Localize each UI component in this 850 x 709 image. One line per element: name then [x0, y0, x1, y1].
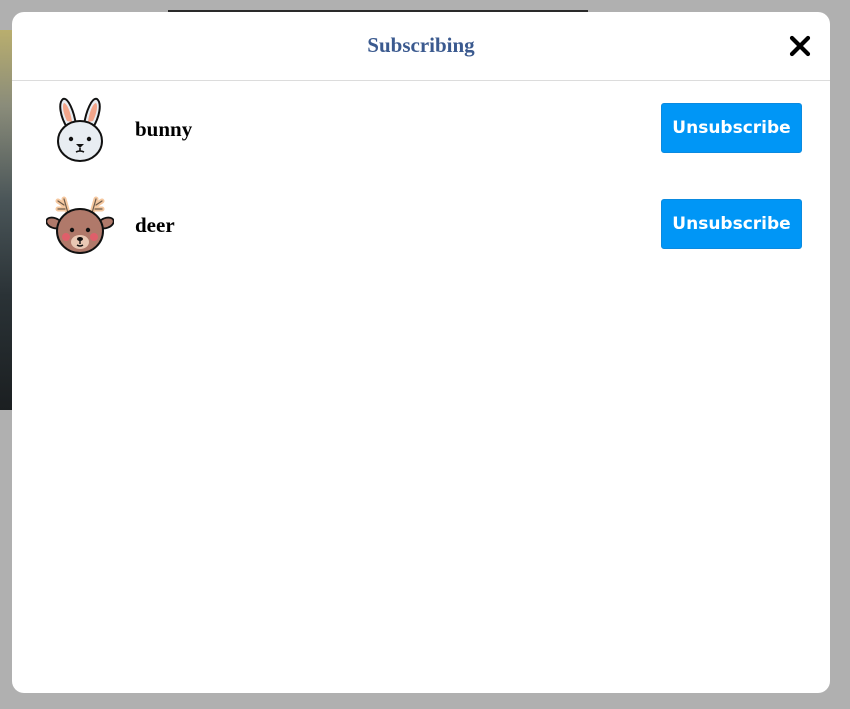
bunny-avatar-icon[interactable]: [46, 95, 114, 163]
subscription-list: bunny Unsubscribe deer Unsubscribe: [12, 81, 830, 273]
subscription-name[interactable]: deer: [135, 177, 175, 273]
list-item: deer Unsubscribe: [12, 177, 830, 273]
close-button[interactable]: [788, 34, 812, 58]
close-icon: [789, 35, 811, 57]
list-item: bunny Unsubscribe: [12, 81, 830, 177]
dialog-header: Subscribing: [12, 12, 830, 81]
unsubscribe-button[interactable]: Unsubscribe: [661, 103, 802, 153]
unsubscribe-button[interactable]: Unsubscribe: [661, 199, 802, 249]
dialog-title: Subscribing: [367, 32, 475, 57]
subscribing-dialog: Subscribing bunny Unsubscribe deer Unsub…: [12, 12, 830, 693]
deer-avatar-icon[interactable]: [45, 191, 115, 259]
subscription-name[interactable]: bunny: [135, 81, 192, 177]
